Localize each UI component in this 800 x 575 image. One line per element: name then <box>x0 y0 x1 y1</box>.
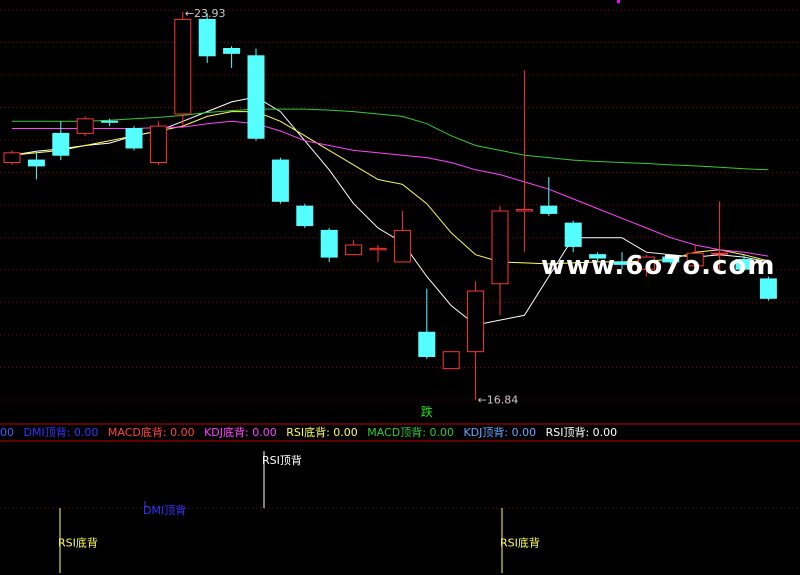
status-item: DMI顶背: 0.00 <box>23 426 99 439</box>
candle-body <box>271 159 289 202</box>
status-item: RSI底背: 0.00 <box>286 426 358 439</box>
candle-body <box>247 55 265 139</box>
price-extreme-label: ←16.84 <box>478 394 519 407</box>
fall-signal-label: 跌 <box>421 404 433 419</box>
status-item: MACD顶背: 0.00 <box>367 426 454 439</box>
status-item: MACD底背: 0.00 <box>107 426 195 439</box>
candle-body <box>759 278 777 299</box>
status-item: RSI顶背: 0.00 <box>545 426 618 439</box>
signal-label: DMI顶背 <box>143 503 186 517</box>
ma-line-ma20 <box>12 120 769 257</box>
candle-body <box>149 125 167 163</box>
indicator-status-bar: 00 DMI顶背: 0.00 MACD底背: 0.00 KDJ底背: 0.00 … <box>0 425 800 441</box>
ma-line-ma10 <box>11 111 769 265</box>
candle-body <box>540 205 558 214</box>
candle-body <box>76 118 94 134</box>
candle-body <box>101 120 119 123</box>
candle-body <box>223 48 241 54</box>
candle-body <box>3 152 21 163</box>
candle-body <box>491 210 509 285</box>
candle-body <box>418 331 436 358</box>
candle-body <box>393 229 411 263</box>
candle-body <box>320 229 338 258</box>
candle-body <box>52 132 70 156</box>
ma-line-ma60 <box>12 108 769 171</box>
candlestick-chart: ←23.93 ←16.84 跌 DMI顶背 RSI顶背 RSI底背 RSI底背 <box>0 0 800 573</box>
candle-body <box>296 205 314 227</box>
status-item: KDJ顶背: 0.00 <box>463 426 537 439</box>
candle-body <box>515 209 533 212</box>
candle-body <box>198 18 216 57</box>
candle-body <box>564 222 582 247</box>
candle-body <box>467 290 485 353</box>
ma-line-ma5 <box>11 96 769 326</box>
status-item: KDJ底背: 0.00 <box>204 426 277 439</box>
candle-body <box>442 351 460 370</box>
candle-body <box>174 18 192 115</box>
candle-body <box>369 247 387 251</box>
candle-body <box>27 159 45 167</box>
signal-label: RSI底背 <box>58 536 98 550</box>
signal-label: RSI底背 <box>500 536 540 550</box>
price-extreme-label: ←23.93 <box>185 7 226 20</box>
candle-body <box>345 244 363 256</box>
status-item: 00 <box>0 426 14 439</box>
marker-dot <box>617 0 620 3</box>
watermark-text: www.6o7o.com <box>541 251 776 281</box>
signal-label: RSI顶背 <box>262 453 302 467</box>
candle-body <box>125 128 143 149</box>
